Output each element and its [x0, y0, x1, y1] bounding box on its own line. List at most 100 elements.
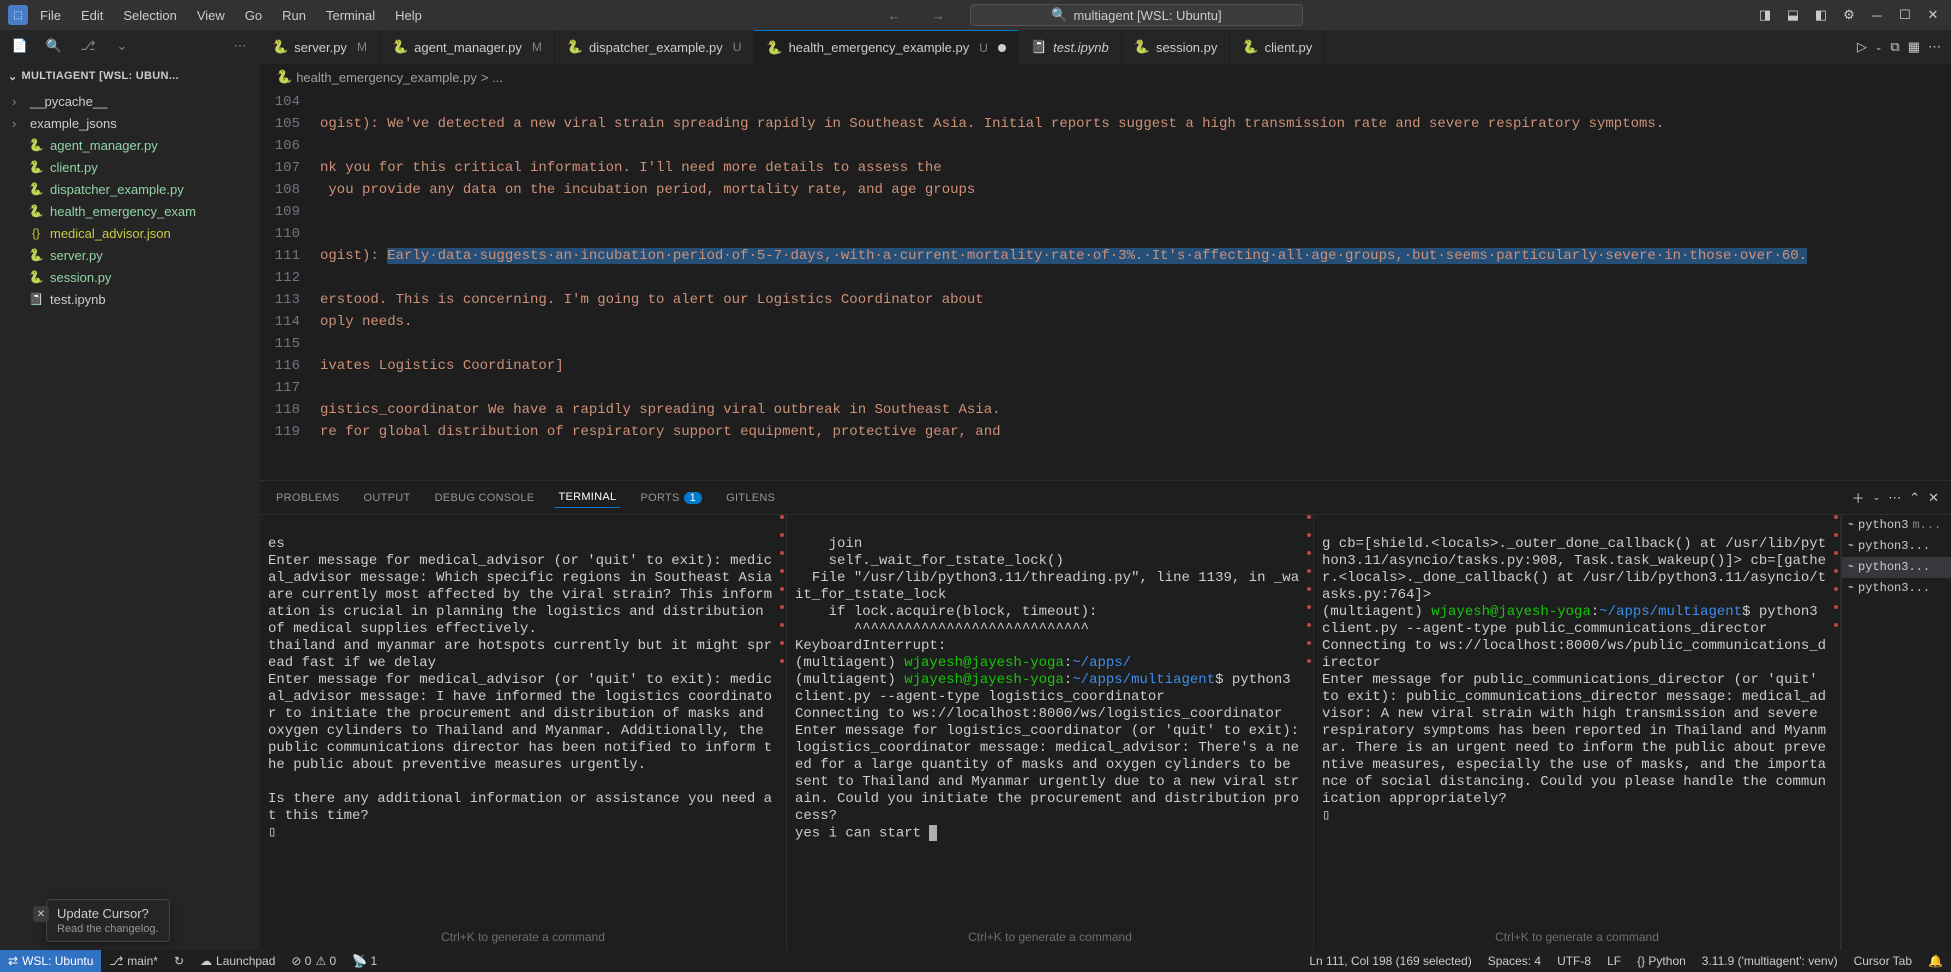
new-terminal-icon[interactable]: ＋: [1852, 488, 1865, 507]
menu-terminal[interactable]: Terminal: [318, 4, 383, 27]
ellipsis-icon[interactable]: ⋯: [228, 34, 252, 58]
terminal-list-item[interactable]: ⌁python3...: [1842, 557, 1951, 578]
panel-more-icon[interactable]: ⋯: [1888, 490, 1901, 506]
menu-view[interactable]: View: [189, 4, 233, 27]
close-icon[interactable]: ✕: [33, 906, 49, 922]
chevron-down-icon[interactable]: ⌄: [110, 34, 134, 58]
terminal-icon: ⌁: [1848, 580, 1854, 597]
branch-icon: ⎇: [109, 954, 123, 968]
tab-output[interactable]: OUTPUT: [360, 488, 415, 508]
menu-help[interactable]: Help: [387, 4, 430, 27]
cursor-tab[interactable]: Cursor Tab: [1846, 950, 1920, 972]
python-icon: 🐍: [28, 138, 44, 152]
tree-file[interactable]: 🐍client.py: [0, 156, 260, 178]
nav-forward-icon[interactable]: →: [926, 3, 950, 27]
layout-left-icon[interactable]: ◨: [1755, 5, 1775, 25]
bottom-panel: PROBLEMS OUTPUT DEBUG CONSOLE TERMINAL P…: [260, 480, 1951, 950]
terminal-hint: Ctrl+K to generate a command: [795, 925, 1305, 950]
terminal-3[interactable]: g cb=[shield.<locals>._outer_done_callba…: [1314, 515, 1841, 950]
panel-close-icon[interactable]: ✕: [1928, 490, 1939, 506]
panel-maximize-icon[interactable]: ⌃: [1909, 490, 1920, 506]
tree-folder[interactable]: ›example_jsons: [0, 112, 260, 134]
tab-session[interactable]: 🐍session.py: [1122, 30, 1231, 64]
menu-run[interactable]: Run: [274, 4, 314, 27]
tree-file[interactable]: 🐍dispatcher_example.py: [0, 178, 260, 200]
launchpad[interactable]: ☁Launchpad: [192, 950, 283, 972]
split-icon[interactable]: ⧉: [1890, 39, 1899, 55]
tab-gitlens[interactable]: GITLENS: [722, 488, 779, 508]
layout-right-icon[interactable]: ◧: [1811, 5, 1831, 25]
run-icon[interactable]: ▷: [1857, 39, 1867, 55]
sidebar-header[interactable]: ⌄ MULTIAGENT [WSL: UBUN...: [0, 62, 260, 90]
tree-file[interactable]: {}medical_advisor.json: [0, 222, 260, 244]
indent-spaces[interactable]: Spaces: 4: [1480, 950, 1549, 972]
more-icon[interactable]: ⋯: [1928, 39, 1941, 55]
tree-file[interactable]: 🐍health_emergency_exam: [0, 200, 260, 222]
terminal-list-item[interactable]: ⌁python3...: [1842, 536, 1951, 557]
tab-terminal[interactable]: TERMINAL: [554, 487, 620, 508]
window-minimize-icon[interactable]: ─: [1867, 5, 1887, 25]
tree-file[interactable]: 🐍agent_manager.py: [0, 134, 260, 156]
menu-go[interactable]: Go: [237, 4, 270, 27]
tab-server[interactable]: 🐍server.pyM: [260, 30, 380, 64]
settings-gear-icon[interactable]: ⚙: [1839, 5, 1859, 25]
eol[interactable]: LF: [1599, 950, 1629, 972]
encoding[interactable]: UTF-8: [1549, 950, 1599, 972]
update-notification[interactable]: ✕ Update Cursor? Read the changelog.: [46, 899, 170, 942]
code-editor[interactable]: 104 105 106 107 108 109 110 111 112 113 …: [260, 89, 1951, 480]
terminal-2[interactable]: join self._wait_for_tstate_lock() File "…: [787, 515, 1314, 950]
remote-indicator[interactable]: ⇄WSL: Ubuntu: [0, 950, 101, 972]
problems-count[interactable]: ⊘ 0 ⚠ 0: [283, 950, 344, 972]
menu-file[interactable]: File: [32, 4, 69, 27]
python-icon: 🐍: [28, 270, 44, 284]
git-sync[interactable]: ↻: [166, 950, 192, 972]
command-center[interactable]: 🔍 multiagent [WSL: Ubuntu]: [970, 4, 1302, 26]
tab-ports[interactable]: PORTS1: [636, 488, 706, 508]
search-icon: 🔍: [1051, 7, 1067, 23]
branch-icon[interactable]: ⎇: [76, 34, 100, 58]
tab-test[interactable]: 📓test.ipynb: [1019, 30, 1122, 64]
menu-edit[interactable]: Edit: [73, 4, 111, 27]
tab-client[interactable]: 🐍client.py: [1230, 30, 1325, 64]
language-mode[interactable]: {} Python: [1629, 950, 1694, 972]
git-branch[interactable]: ⎇main*: [101, 950, 166, 972]
terminal-list: ⌁python3 m... ⌁python3... ⌁python3... ⌁p…: [1841, 515, 1951, 950]
nav-back-icon[interactable]: ←: [882, 3, 906, 27]
tree-folder[interactable]: ›__pycache__: [0, 90, 260, 112]
tree-file[interactable]: 🐍server.py: [0, 244, 260, 266]
code-content[interactable]: ogist): We've detected a new viral strai…: [320, 89, 1931, 480]
new-file-icon[interactable]: 📄: [8, 34, 32, 58]
window-close-icon[interactable]: ✕: [1923, 5, 1943, 25]
sync-icon: ↻: [174, 954, 184, 968]
terminal-list-item[interactable]: ⌁python3...: [1842, 578, 1951, 599]
tab-debug-console[interactable]: DEBUG CONSOLE: [431, 488, 539, 508]
terminal-1[interactable]: es Enter message for medical_advisor (or…: [260, 515, 787, 950]
breadcrumb[interactable]: 🐍 health_emergency_example.py > ...: [260, 65, 1951, 89]
python-icon: 🐍: [276, 69, 292, 85]
menu-selection[interactable]: Selection: [115, 4, 184, 27]
titlebar: ⬚ File Edit Selection View Go Run Termin…: [0, 0, 1951, 30]
terminal-list-item[interactable]: ⌁python3 m...: [1842, 515, 1951, 536]
python-interpreter[interactable]: 3.11.9 ('multiagent': venv): [1694, 950, 1846, 972]
ai-icon[interactable]: ▦: [1908, 39, 1920, 55]
layout-bottom-icon[interactable]: ⬓: [1783, 5, 1803, 25]
ports-count[interactable]: 📡 1: [344, 950, 385, 972]
editor-tabs: 🐍server.pyM 🐍agent_manager.pyM 🐍dispatch…: [260, 30, 1951, 65]
minimap[interactable]: [1931, 89, 1951, 480]
notifications-bell-icon[interactable]: 🔔: [1920, 950, 1951, 972]
chevron-right-icon: ›: [12, 116, 24, 131]
dirty-dot-icon: [998, 44, 1006, 52]
terminal-icon: ⌁: [1848, 538, 1854, 555]
search-icon[interactable]: 🔍: [42, 34, 66, 58]
tab-problems[interactable]: PROBLEMS: [272, 488, 344, 508]
terminal-icon: ⌁: [1848, 559, 1854, 576]
tab-dispatcher[interactable]: 🐍dispatcher_example.pyU: [555, 30, 755, 64]
sidebar: 📄 🔍 ⎇ ⌄ ⋯ ⌄ MULTIAGENT [WSL: UBUN... ›__…: [0, 30, 260, 950]
tab-health-emergency[interactable]: 🐍health_emergency_example.pyU: [754, 30, 1019, 64]
terminal-icon: ⌁: [1848, 517, 1854, 534]
cursor-position[interactable]: Ln 111, Col 198 (169 selected): [1301, 950, 1479, 972]
window-maximize-icon[interactable]: ☐: [1895, 5, 1915, 25]
tree-file[interactable]: 🐍session.py: [0, 266, 260, 288]
tab-agent-manager[interactable]: 🐍agent_manager.pyM: [380, 30, 555, 64]
tree-file[interactable]: 📓test.ipynb: [0, 288, 260, 310]
